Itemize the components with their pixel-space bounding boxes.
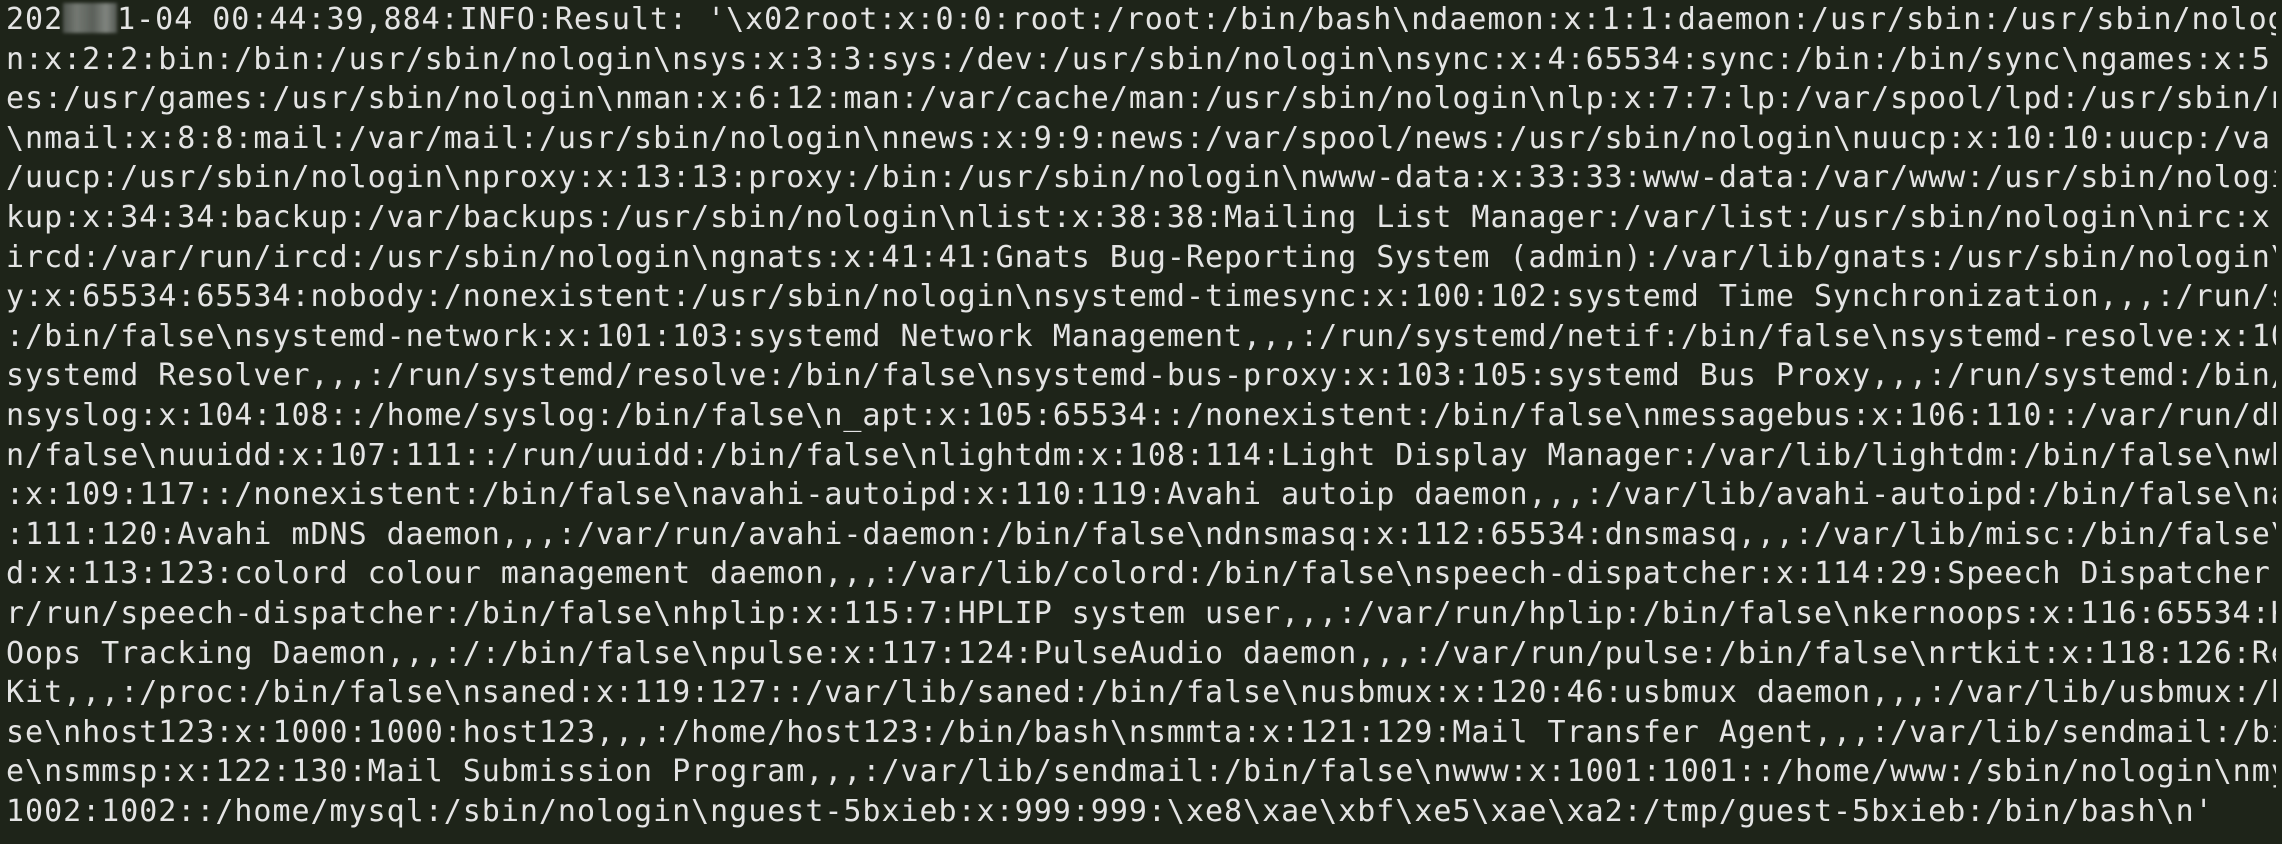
redacted-blur [63,3,118,33]
terminal-output[interactable]: 202 1-04 00:44:39,884:INFO:Result: '\x02r… [0,0,2282,844]
log-line-16: r/run/speech-dispatcher:/bin/false\nhpli… [6,595,2276,631]
log-line-8: y:x:65534:65534:nobody:/nonexistent:/usr… [6,279,2276,315]
log-line-5: /uucp:/usr/sbin/nologin\nproxy:x:13:13:p… [6,160,2276,196]
log-line-1: 202 1-04 00:44:39,884:INFO:Result: '\x02r… [6,0,2276,40]
log-line-1-text: 1-04 00:44:39,884:INFO:Result: '\x02root… [117,2,2276,37]
log-line-6: kup:x:34:34:backup:/var/backups:/usr/sbi… [6,199,2276,235]
log-line-21: 1002:1002::/home/mysql:/sbin/nologin\ngu… [6,793,2214,829]
log-line-9: :/bin/false\nsystemd-network:x:101:103:s… [6,318,2276,354]
timestamp-prefix: 202 [6,2,64,37]
log-line-15: d:x:113:123:colord colour management dae… [6,556,2276,592]
log-line-14: :111:120:Avahi mDNS daemon,,,:/var/run/a… [6,516,2276,552]
log-line-13: :x:109:117::/nonexistent:/bin/false\nava… [6,477,2276,513]
log-line-3: es:/usr/games:/usr/sbin/nologin\nman:x:6… [6,81,2276,117]
log-line-2: n:x:2:2:bin:/bin:/usr/sbin/nologin\nsys:… [6,41,2276,77]
log-line-17: Oops Tracking Daemon,,,:/:/bin/false\npu… [6,635,2276,671]
log-line-7: ircd:/var/run/ircd:/usr/sbin/nologin\ngn… [6,239,2276,275]
log-line-12: n/false\nuuidd:x:107:111::/run/uuidd:/bi… [6,437,2276,473]
log-line-11: nsyslog:x:104:108::/home/syslog:/bin/fal… [6,397,2276,433]
log-line-4: \nmail:x:8:8:mail:/var/mail:/usr/sbin/no… [6,120,2276,156]
log-line-19: se\nhost123:x:1000:1000:host123,,,:/home… [6,714,2276,750]
log-line-10: systemd Resolver,,,:/run/systemd/resolve… [6,358,2276,394]
log-line-18: Kit,,,:/proc:/bin/false\nsaned:x:119:127… [6,675,2276,711]
log-line-20: e\nsmmsp:x:122:130:Mail Submission Progr… [6,754,2276,790]
